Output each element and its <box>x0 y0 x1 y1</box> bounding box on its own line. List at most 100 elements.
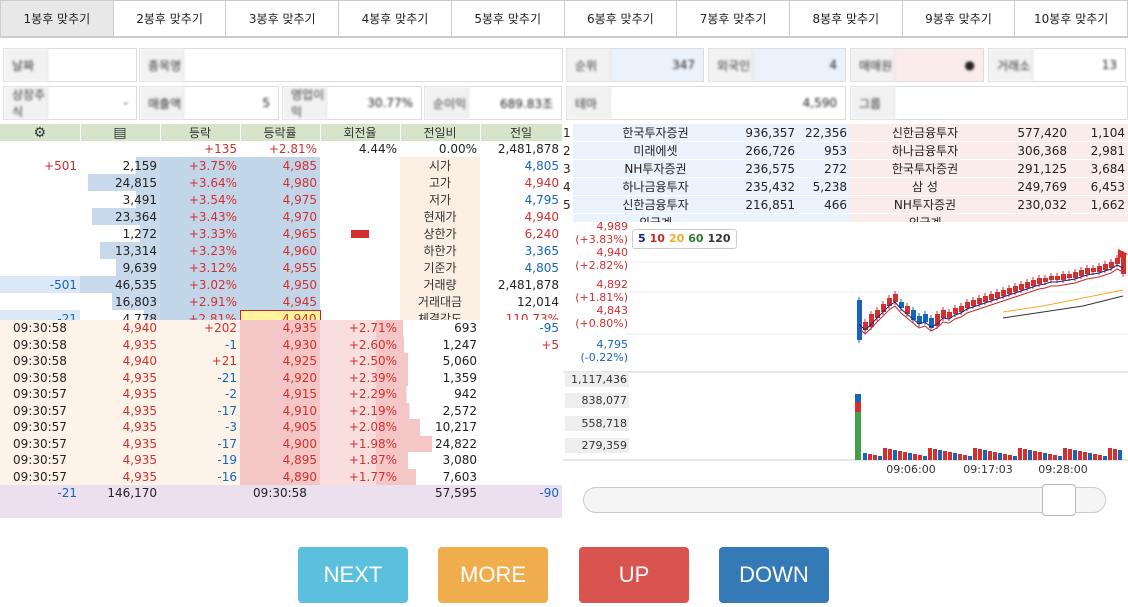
down-button[interactable]: DOWN <box>719 547 829 603</box>
trade-row: 09:30:57 4,935 -3 4,905 +2.08% 10,217 <box>0 419 562 436</box>
broker-row: 3 NH투자증권 236,575 272 한국투자증권 291,125 3,684 <box>563 159 1128 178</box>
stock-info-panel: 날짜 종목명 순위 347 외국인 4 매매원 ● 거래소 13 상장주식 - 매출액 5 영업이익 30.7… <box>0 46 1128 120</box>
stat-label: 저가 <box>400 191 480 209</box>
stat-value: 4,795 <box>524 192 559 207</box>
tab-9[interactable]: 9봉후 맞추기 <box>902 0 1016 37</box>
ask-price[interactable]: 4,960 <box>240 242 320 260</box>
total-change: -21 <box>0 485 80 502</box>
orderbook-row: 13,314 +3.23% 4,960 하한가 3,365 <box>0 242 562 260</box>
bid-qty: 3,080 <box>400 452 480 469</box>
more-button[interactable]: MORE <box>438 547 548 603</box>
bid-price[interactable]: 4,920 <box>240 369 320 386</box>
tab-4[interactable]: 4봉후 맞추기 <box>339 0 452 37</box>
volume-bar <box>1033 451 1037 460</box>
sell-diff: 272 <box>798 159 850 178</box>
ask-rate: +3.54% <box>160 191 240 209</box>
bid-price[interactable]: 4,905 <box>240 419 320 436</box>
list-button[interactable]: ▤ <box>80 124 161 141</box>
tab-1[interactable]: 1봉후 맞추기 <box>0 0 114 37</box>
candle-body <box>1007 288 1012 294</box>
bid-price[interactable]: 4,915 <box>240 386 320 403</box>
ask-price[interactable]: 4,950 <box>240 276 320 294</box>
tab-7[interactable]: 7봉후 맞추기 <box>677 0 790 37</box>
trade-row: 09:30:58 4,940 +202 4,935 +2.71% 693 -95 <box>0 320 562 337</box>
bid-qty: 10,217 <box>400 419 480 436</box>
bid-price[interactable]: 4,935 <box>240 320 320 337</box>
ask-price[interactable]: 4,955 <box>240 259 320 277</box>
bid-price[interactable]: 4,930 <box>240 336 320 353</box>
info-value: 13 <box>1101 58 1117 72</box>
bid-rate: +2.71% <box>320 320 400 337</box>
bid-price[interactable]: 4,890 <box>240 468 320 485</box>
volume-bar <box>1063 448 1067 460</box>
total-qty: 146,170 <box>80 485 160 502</box>
volume-tick: 1,117,436 <box>571 373 627 386</box>
tab-3[interactable]: 3봉후 맞추기 <box>226 0 340 37</box>
tab-10[interactable]: 10봉후 맞추기 <box>1015 0 1128 37</box>
candle-body <box>965 302 970 308</box>
ask-qty: 16,803 <box>80 293 160 311</box>
tab-5[interactable]: 5봉후 맞추기 <box>451 0 565 37</box>
ask-price[interactable]: 4,970 <box>240 208 320 226</box>
chart-scrollbar[interactable] <box>583 484 1106 516</box>
bid-price[interactable]: 4,925 <box>240 353 320 370</box>
candle-body <box>1019 284 1024 290</box>
volume-bar <box>928 448 932 460</box>
info-box-r2-2: 매출액 5 <box>139 86 279 120</box>
buy-broker: 삼 성 <box>850 177 1000 196</box>
ask-rate: +3.43% <box>160 208 240 226</box>
turnover-cell <box>320 276 400 293</box>
info-label: 거래소 <box>989 49 1033 81</box>
info-value: - <box>123 96 128 110</box>
ask-price[interactable]: 4,985 <box>240 157 320 175</box>
sell-broker: 한국투자증권 <box>573 124 738 142</box>
volume-bar <box>948 452 952 460</box>
up-button[interactable]: UP <box>579 547 689 603</box>
qty-change <box>0 293 80 310</box>
list-icon: ▤ <box>113 124 127 141</box>
volume-bar <box>1013 456 1017 460</box>
ask-price[interactable]: 4,975 <box>240 191 320 209</box>
volume-bar <box>1093 454 1097 460</box>
summary-time: 09:30:58 <box>240 485 320 502</box>
trade-list: 09:30:58 4,940 +202 4,935 +2.71% 693 -95 09:30:… <box>0 320 562 520</box>
bid-price[interactable]: 4,895 <box>240 452 320 469</box>
candle-body <box>1061 274 1066 280</box>
ask-price[interactable]: 4,965 <box>240 225 320 243</box>
trade-diff: +5 <box>480 336 562 353</box>
info-value: 4 <box>829 58 837 72</box>
volume-bar <box>993 452 997 460</box>
info-box-r2-6: 그룹 <box>850 86 1128 120</box>
settings-button[interactable]: ⚙ <box>0 124 81 141</box>
orderbook-row: 1,272 +3.33% 4,965 상한가 6,240 <box>0 225 562 243</box>
pct-tick: (+2.82%) <box>575 259 628 272</box>
sell-qty: 236,575 <box>738 159 798 178</box>
turnover-cell <box>320 208 400 225</box>
ask-price[interactable]: 4,945 <box>240 293 320 311</box>
stat-value: 4,940 <box>524 175 559 190</box>
tab-8[interactable]: 8봉후 맞추기 <box>789 0 903 37</box>
stat-value: 4,940 <box>524 209 559 224</box>
scroll-handle[interactable] <box>1042 484 1076 516</box>
info-box-r2-4: 순이익 689.83조 <box>424 86 562 120</box>
volume-bar <box>888 449 892 460</box>
ask-rate: +3.75% <box>160 157 240 175</box>
tab-2[interactable]: 2봉후 맞추기 <box>113 0 227 37</box>
broker-row: 4 하나금융투자 235,432 5,238 삼 성 249,769 6,453 <box>563 177 1128 196</box>
ask-rate: +3.12% <box>160 259 240 277</box>
sell-diff: 953 <box>798 141 850 160</box>
candle-body <box>989 294 994 300</box>
candle-body <box>1031 280 1036 286</box>
bid-price[interactable]: 4,910 <box>240 402 320 419</box>
trade-change: +202 <box>204 321 237 336</box>
tab-6[interactable]: 6봉후 맞추기 <box>564 0 678 37</box>
info-box-r2-5: 테마 4,590 <box>566 86 846 120</box>
next-button[interactable]: NEXT <box>298 547 408 603</box>
chart-background <box>563 222 1128 480</box>
volume-bar <box>873 455 877 460</box>
volume-bar <box>1083 452 1087 460</box>
ask-price[interactable]: 4,980 <box>240 174 320 192</box>
bid-price[interactable]: 4,900 <box>240 435 320 452</box>
trade-price: 4,935 <box>122 403 157 418</box>
volume-bar <box>963 455 967 460</box>
